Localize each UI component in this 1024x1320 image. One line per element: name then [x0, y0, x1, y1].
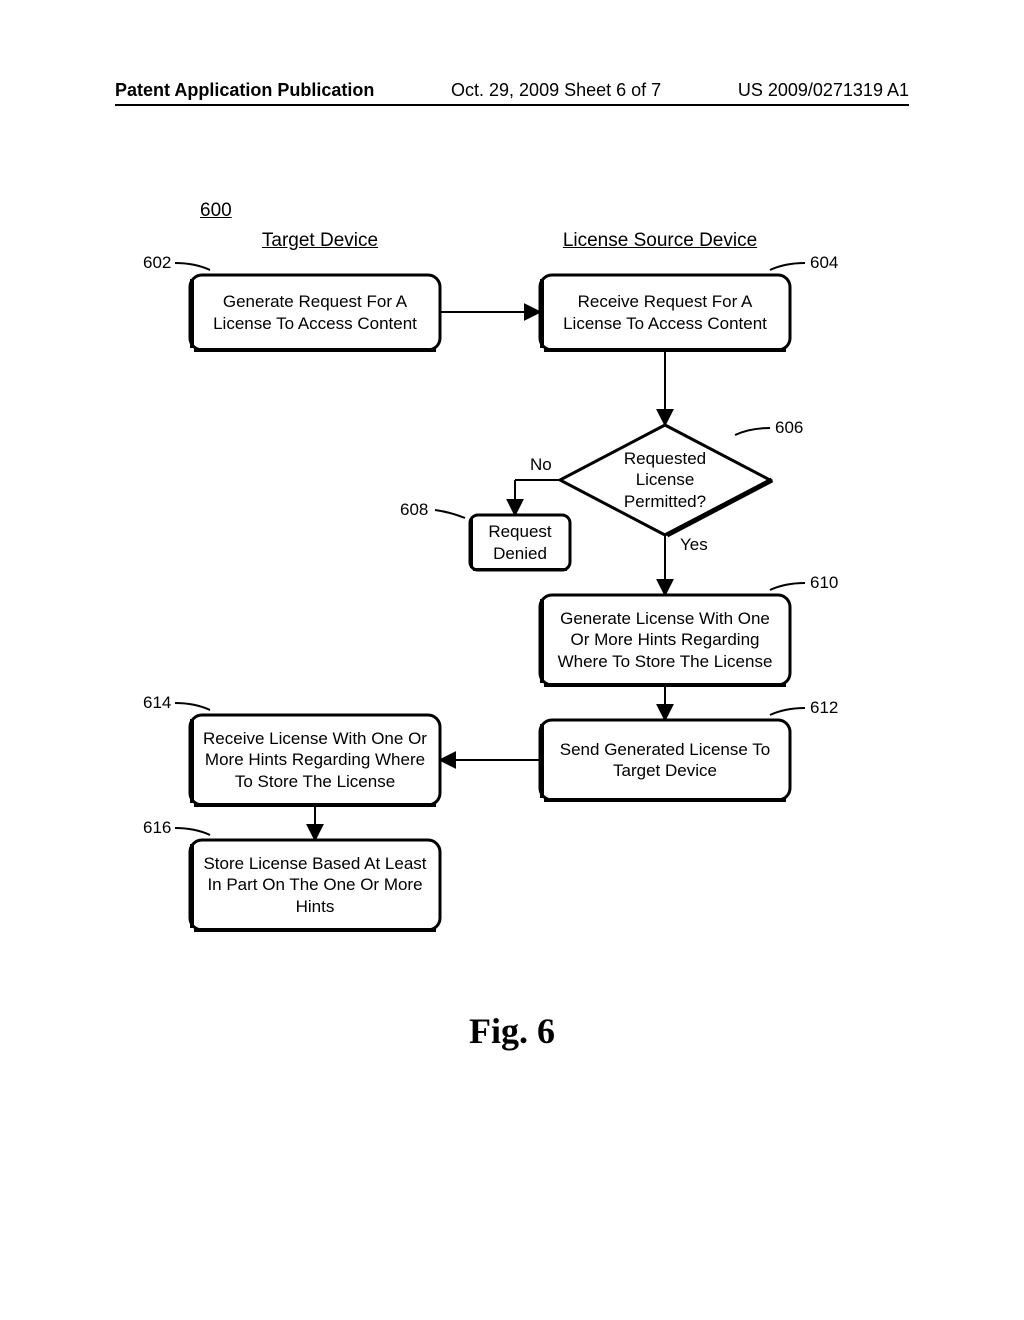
page: Patent Application Publication Oct. 29, … [0, 0, 1024, 1320]
text-612: Send Generated License To Target Device [540, 720, 790, 800]
text-614: Receive License With One Or More Hints R… [190, 715, 440, 805]
ref-608: 608 [400, 500, 428, 520]
leader-608 [435, 510, 465, 518]
ref-602: 602 [143, 253, 171, 273]
text-610: Generate License With One Or More Hints … [540, 595, 790, 685]
leader-604 [770, 263, 805, 270]
text-602: Generate Request For A License To Access… [190, 275, 440, 350]
ref-612: 612 [810, 698, 838, 718]
leader-616 [175, 828, 210, 835]
ref-614: 614 [143, 693, 171, 713]
ref-606: 606 [775, 418, 803, 438]
leader-602 [175, 263, 210, 270]
text-604: Receive Request For A License To Access … [540, 275, 790, 350]
leader-614 [175, 703, 210, 710]
ref-604: 604 [810, 253, 838, 273]
edge-606-608 [515, 480, 560, 515]
leader-610 [770, 583, 805, 590]
flowchart-svg [0, 0, 1024, 1320]
text-616: Store License Based At Least In Part On … [190, 840, 440, 930]
ref-610: 610 [810, 573, 838, 593]
text-608: Request Denied [470, 515, 570, 570]
edge-label-no: No [530, 455, 552, 475]
text-606: Requested License Permitted? [585, 440, 745, 520]
leader-606 [735, 428, 770, 435]
edge-label-yes: Yes [680, 535, 708, 555]
ref-616: 616 [143, 818, 171, 838]
figure-caption: Fig. 6 [0, 1010, 1024, 1052]
leader-612 [770, 708, 805, 715]
